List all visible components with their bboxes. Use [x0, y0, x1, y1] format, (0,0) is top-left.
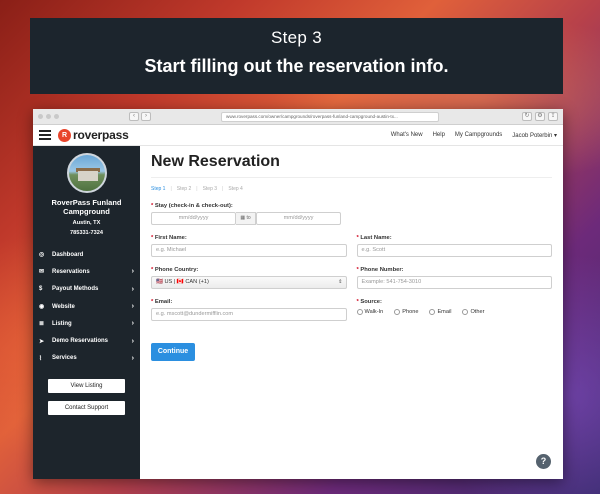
- banner-step: Step 3: [271, 28, 322, 47]
- hamburger-icon[interactable]: [39, 130, 51, 140]
- source-phone-radio[interactable]: Phone: [394, 309, 418, 315]
- logo-text: roverpass: [73, 128, 129, 142]
- reload-icon[interactable]: ↻: [522, 112, 532, 121]
- globe-icon: ◉: [39, 304, 45, 311]
- sidebar-item-label: Listing: [52, 320, 72, 327]
- source-other-radio[interactable]: Other: [462, 309, 484, 315]
- stay-label: * Stay (check-in & check-out):: [151, 203, 233, 209]
- phone-country-label: * Phone Country:: [151, 267, 199, 273]
- back-icon[interactable]: ‹: [129, 112, 139, 121]
- source-walk-in-radio[interactable]: Walk-In: [356, 309, 383, 315]
- sidebar-menu: ◎ Dashboard ✉ Reservations › $ Payout Me…: [33, 246, 140, 367]
- share-icon[interactable]: ⇪: [548, 112, 558, 121]
- browser-nav: ‹ ›: [129, 112, 151, 121]
- sidebar-item-label: Demo Reservations: [52, 338, 109, 345]
- calendar-icon[interactable]: ▦ to: [236, 212, 256, 225]
- main-content: New Reservation Step 1 | Step 2 | Step 3…: [140, 146, 563, 479]
- chevron-right-icon: ›: [131, 337, 134, 345]
- nav-my-campgrounds[interactable]: My Campgrounds: [455, 132, 502, 139]
- browser-chrome: ‹ › www.roverpass.com/owner/campgrounds/…: [33, 109, 563, 125]
- sidebar-item-website[interactable]: ◉ Website ›: [33, 298, 140, 315]
- sidebar-item-services[interactable]: ⌇ Services ›: [33, 350, 140, 367]
- first-name-label: * First Name:: [151, 235, 187, 241]
- list-icon: ≣: [39, 321, 45, 328]
- paper-plane-icon: ➤: [39, 338, 45, 345]
- source-email-radio[interactable]: Email: [429, 309, 451, 315]
- nav-links: What's New Help My Campgrounds Jacob Pot…: [391, 132, 557, 139]
- step-4[interactable]: Step 4: [228, 186, 242, 192]
- banner-subtitle: Start filling out the reservation info.: [144, 56, 449, 76]
- dashboard-icon: ◎: [39, 252, 45, 259]
- sidebar-item-payout-methods[interactable]: $ Payout Methods ›: [33, 281, 140, 298]
- settings-icon[interactable]: ⚙: [535, 112, 545, 121]
- nav-help[interactable]: Help: [433, 132, 445, 139]
- sidebar-item-label: Payout Methods: [52, 286, 99, 293]
- chevron-right-icon: ›: [131, 320, 134, 328]
- contact-support-button[interactable]: Contact Support: [48, 401, 125, 416]
- page-title: New Reservation: [151, 153, 552, 178]
- sidebar: RoverPass Funland Campground Austin, TX …: [33, 146, 140, 479]
- sidebar-item-reservations[interactable]: ✉ Reservations ›: [33, 263, 140, 280]
- address-bar[interactable]: www.roverpass.com/owner/campgrounds/rove…: [221, 112, 439, 122]
- forward-icon[interactable]: ›: [141, 112, 151, 121]
- chevron-right-icon: ›: [131, 354, 134, 362]
- phone-number-label: * Phone Number:: [356, 267, 404, 273]
- chevron-right-icon: ›: [131, 268, 134, 276]
- nav-user-menu[interactable]: Jacob Poterbin ▾: [512, 132, 557, 139]
- help-icon[interactable]: ?: [536, 454, 551, 469]
- step-1[interactable]: Step 1: [151, 186, 165, 192]
- campground-phone: 785331-7324: [70, 230, 103, 236]
- chevron-right-icon: ›: [131, 285, 134, 293]
- source-label: * Source:: [356, 299, 382, 305]
- check-out-field[interactable]: mm/dd/yyyy: [256, 212, 341, 225]
- sidebar-item-label: Services: [52, 355, 77, 362]
- envelope-icon: ✉: [39, 269, 45, 276]
- last-name-label: * Last Name:: [356, 235, 392, 241]
- select-arrows-icon: ⇕: [338, 279, 343, 285]
- window-controls[interactable]: [38, 114, 59, 119]
- to-label: to: [246, 215, 251, 221]
- top-navigation: R roverpass What's New Help My Campgroun…: [33, 125, 563, 146]
- chevron-right-icon: ›: [131, 303, 134, 311]
- source-radio-group: Walk-In Phone Email Other: [356, 309, 553, 315]
- email-input[interactable]: e.g. mscott@dundermifflin.com: [151, 308, 347, 321]
- campground-name: RoverPass Funland Campground: [51, 198, 122, 216]
- email-label: * Email:: [151, 299, 173, 305]
- sidebar-item-dashboard[interactable]: ◎ Dashboard: [33, 246, 140, 263]
- view-listing-button[interactable]: View Listing: [48, 379, 125, 394]
- phone-country-select[interactable]: 🇺🇸 US | 🇨🇦 CAN (+1) ⇕: [151, 276, 347, 289]
- sidebar-item-label: Reservations: [52, 268, 90, 275]
- step-indicator: Step 1 | Step 2 | Step 3 | Step 4: [151, 186, 243, 192]
- last-name-input[interactable]: e.g. Scott: [356, 244, 552, 257]
- step-3[interactable]: Step 3: [203, 186, 217, 192]
- browser-actions: ↻ ⚙ ⇪: [522, 112, 558, 121]
- campground-avatar: [66, 153, 107, 193]
- tutorial-banner: Step 3 Start filling out the reservation…: [30, 18, 563, 94]
- phone-number-input[interactable]: Example: 541-754-3010: [356, 276, 552, 289]
- check-in-field[interactable]: mm/dd/yyyy: [151, 212, 236, 225]
- logo[interactable]: R roverpass: [58, 128, 129, 142]
- sidebar-item-label: Dashboard: [52, 251, 84, 258]
- sidebar-item-listing[interactable]: ≣ Listing ›: [33, 315, 140, 332]
- first-name-input[interactable]: e.g. Michael: [151, 244, 347, 257]
- browser-window: ‹ › www.roverpass.com/owner/campgrounds/…: [33, 109, 563, 479]
- dollar-icon: $: [39, 286, 43, 293]
- nav-whats-new[interactable]: What's New: [391, 132, 423, 139]
- step-2[interactable]: Step 2: [177, 186, 191, 192]
- campground-location: Austin, TX: [72, 220, 101, 226]
- logo-mark: R: [58, 128, 71, 142]
- continue-button[interactable]: Continue: [151, 343, 195, 361]
- chart-icon: ⌇: [39, 355, 42, 362]
- sidebar-item-label: Website: [52, 303, 75, 310]
- sidebar-item-demo-reservations[interactable]: ➤ Demo Reservations ›: [33, 332, 140, 349]
